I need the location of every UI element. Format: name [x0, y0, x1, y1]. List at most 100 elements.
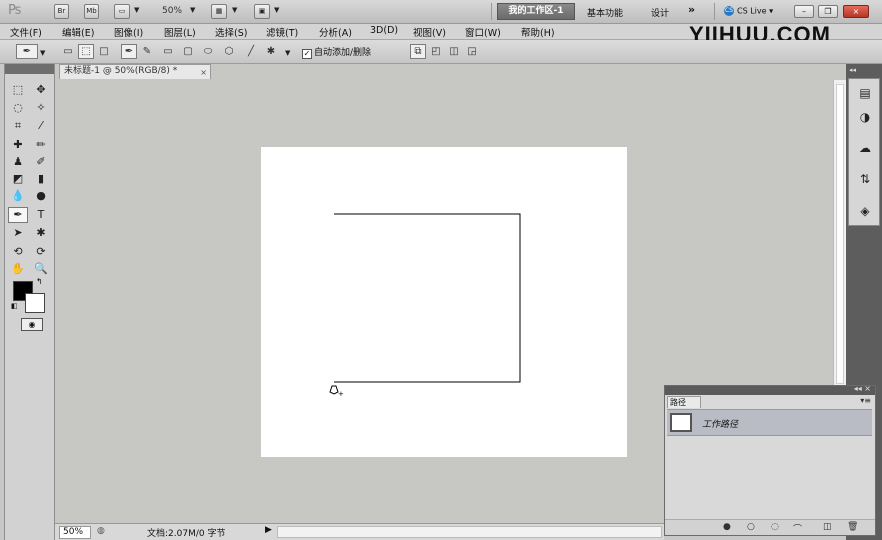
zoom-level[interactable]: 50%	[162, 6, 182, 16]
menu-view[interactable]: 视图(V)	[413, 25, 446, 39]
shape-layers-icon[interactable]: ▭	[60, 44, 76, 59]
close-document-icon[interactable]: ×	[200, 66, 207, 79]
hand-tool-icon[interactable]: ✋	[8, 261, 28, 277]
layers-panel-icon[interactable]: ◈	[853, 199, 877, 223]
check-icon: ✓	[302, 49, 312, 59]
lasso-tool-icon[interactable]: ◌	[8, 100, 28, 116]
make-work-path-icon[interactable]: ⌒	[793, 522, 802, 535]
horizontal-scrollbar[interactable]	[277, 526, 662, 538]
status-preview-icon[interactable]: ◍	[97, 526, 105, 536]
add-to-path-area-icon[interactable]: ⧉	[410, 44, 426, 59]
menu-analysis[interactable]: 分析(A)	[319, 25, 352, 39]
navigator-panel-icon[interactable]: ◑	[853, 105, 877, 129]
quick-mask-icon[interactable]: ◉	[21, 318, 43, 331]
adjustments-panel-icon[interactable]: ⇅	[853, 167, 877, 191]
histogram-panel-icon[interactable]: ▤	[853, 81, 877, 105]
zoom-dropdown-icon[interactable]: ▼	[190, 6, 195, 14]
status-zoom-field[interactable]: 50%	[59, 526, 91, 539]
tool-preset-pen-icon[interactable]: ✒	[16, 44, 38, 59]
zoom-tool-icon[interactable]: 🔍	[31, 261, 51, 277]
bridge-button[interactable]: Br	[54, 4, 69, 19]
auto-add-delete-checkbox[interactable]: ✓ 自动添加/删除	[302, 45, 371, 59]
mini-bridge-button[interactable]: Mb	[84, 4, 99, 19]
exclude-path-area-icon[interactable]: ◲	[464, 44, 480, 59]
rounded-rectangle-option-icon[interactable]: ▢	[180, 44, 196, 59]
line-option-icon[interactable]: ╱	[243, 44, 259, 59]
freeform-pen-option-icon[interactable]: ✎	[139, 44, 155, 59]
paths-tab[interactable]: 路径	[667, 396, 701, 408]
rectangle-option-icon[interactable]: ▭	[160, 44, 176, 59]
paths-panel-header[interactable]: ◂◂ ×	[665, 384, 875, 395]
paths-panel-menu-icon[interactable]: ▾≡	[860, 396, 871, 405]
delete-path-icon[interactable]: 🗑	[847, 522, 858, 532]
paths-mode-icon[interactable]: ⬚	[78, 44, 94, 59]
gradient-tool-icon[interactable]: ▮	[31, 171, 51, 187]
eyedropper-tool-icon[interactable]: ⁄	[31, 118, 51, 134]
menu-layer[interactable]: 图层(L)	[164, 25, 196, 39]
fill-path-icon[interactable]: ●	[723, 522, 731, 532]
swap-colors-icon[interactable]: ↰	[36, 277, 43, 286]
dock-collapse-icon[interactable]: ◂◂	[849, 66, 856, 74]
fill-pixels-icon[interactable]: □	[96, 44, 112, 59]
view-extras-dropdown-icon[interactable]: ▼	[134, 6, 139, 14]
custom-shape-dropdown-icon[interactable]: ▼	[285, 49, 290, 57]
clone-stamp-tool-icon[interactable]: ♟	[8, 154, 28, 170]
quick-selection-tool-icon[interactable]: ✧	[31, 100, 51, 116]
menu-file[interactable]: 文件(F)	[10, 25, 42, 39]
path-list-item[interactable]: 工作路径	[667, 409, 872, 436]
more-workspaces-icon[interactable]: »	[688, 3, 695, 16]
polygon-option-icon[interactable]: ⬡	[221, 44, 237, 59]
pen-tool-option-icon[interactable]: ✒	[121, 44, 137, 59]
custom-shape-option-icon[interactable]: ✱	[263, 44, 279, 59]
3d-orbit-tool-icon[interactable]: ⟳	[31, 244, 51, 260]
tool-preset-dropdown-icon[interactable]: ▼	[40, 49, 45, 57]
status-menu-arrow-icon[interactable]: ▶	[265, 525, 272, 535]
screen-mode-dropdown-icon[interactable]: ▼	[274, 6, 279, 14]
menu-select[interactable]: 选择(S)	[215, 25, 247, 39]
vertical-scroll-thumb[interactable]	[836, 84, 844, 384]
view-extras-icon[interactable]: ▭	[114, 4, 130, 19]
default-colors-icon[interactable]: ◧	[11, 302, 18, 310]
background-color-swatch[interactable]	[25, 293, 45, 313]
screen-mode-icon[interactable]: ▣	[254, 4, 270, 19]
new-path-icon[interactable]: ◫	[823, 522, 832, 532]
menu-image[interactable]: 图像(I)	[114, 25, 143, 39]
close-window-button[interactable]: ×	[843, 5, 869, 18]
menu-3d[interactable]: 3D(D)	[370, 25, 398, 36]
color-panel-icon[interactable]: ☁	[853, 136, 877, 160]
path-selection-tool-icon[interactable]: ➤	[8, 225, 28, 241]
paths-panel-controls-icon[interactable]: ◂◂ ×	[854, 384, 871, 393]
menu-window[interactable]: 窗口(W)	[465, 25, 501, 39]
subtract-path-area-icon[interactable]: ◰	[428, 44, 444, 59]
move-tool-icon[interactable]: ✥	[31, 82, 51, 98]
workspace-basic-button[interactable]: 基本功能	[587, 6, 623, 19]
restore-button[interactable]: ❐	[818, 5, 838, 18]
minimize-button[interactable]: –	[794, 5, 814, 18]
cs-live-button[interactable]: CS CS Live ▾	[724, 6, 773, 16]
document-tab[interactable]: 未标题-1 @ 50%(RGB/8) * ×	[59, 64, 211, 79]
crop-tool-icon[interactable]: ⌗	[8, 118, 28, 134]
workspace-design-button[interactable]: 设计	[651, 6, 669, 19]
ellipse-option-icon[interactable]: ⬭	[200, 44, 216, 59]
menu-help[interactable]: 帮助(H)	[521, 25, 555, 39]
arrange-documents-icon[interactable]: ▦	[211, 4, 227, 19]
eraser-tool-icon[interactable]: ◩	[8, 171, 28, 187]
pen-tool-icon[interactable]: ✒	[8, 207, 28, 223]
3d-rotate-tool-icon[interactable]: ⟲	[8, 244, 28, 260]
marquee-tool-icon[interactable]: ⬚	[8, 82, 28, 98]
history-brush-tool-icon[interactable]: ✐	[31, 154, 51, 170]
tools-panel-grip[interactable]	[5, 64, 54, 74]
menu-edit[interactable]: 编辑(E)	[62, 25, 94, 39]
healing-brush-tool-icon[interactable]: ✚	[8, 137, 28, 153]
stroke-path-icon[interactable]: ○	[747, 522, 755, 532]
arrange-dropdown-icon[interactable]: ▼	[232, 6, 237, 14]
shape-tool-icon[interactable]: ✱	[31, 225, 51, 241]
type-tool-icon[interactable]: T	[31, 207, 51, 223]
menu-filter[interactable]: 滤镜(T)	[266, 25, 298, 39]
dodge-tool-icon[interactable]: ●	[31, 188, 51, 204]
brush-tool-icon[interactable]: ✏	[31, 137, 51, 153]
load-as-selection-icon[interactable]: ◌	[771, 522, 779, 532]
blur-tool-icon[interactable]: 💧	[8, 188, 28, 204]
intersect-path-area-icon[interactable]: ◫	[446, 44, 462, 59]
workspace-active-button[interactable]: 我的工作区-1	[497, 3, 575, 20]
